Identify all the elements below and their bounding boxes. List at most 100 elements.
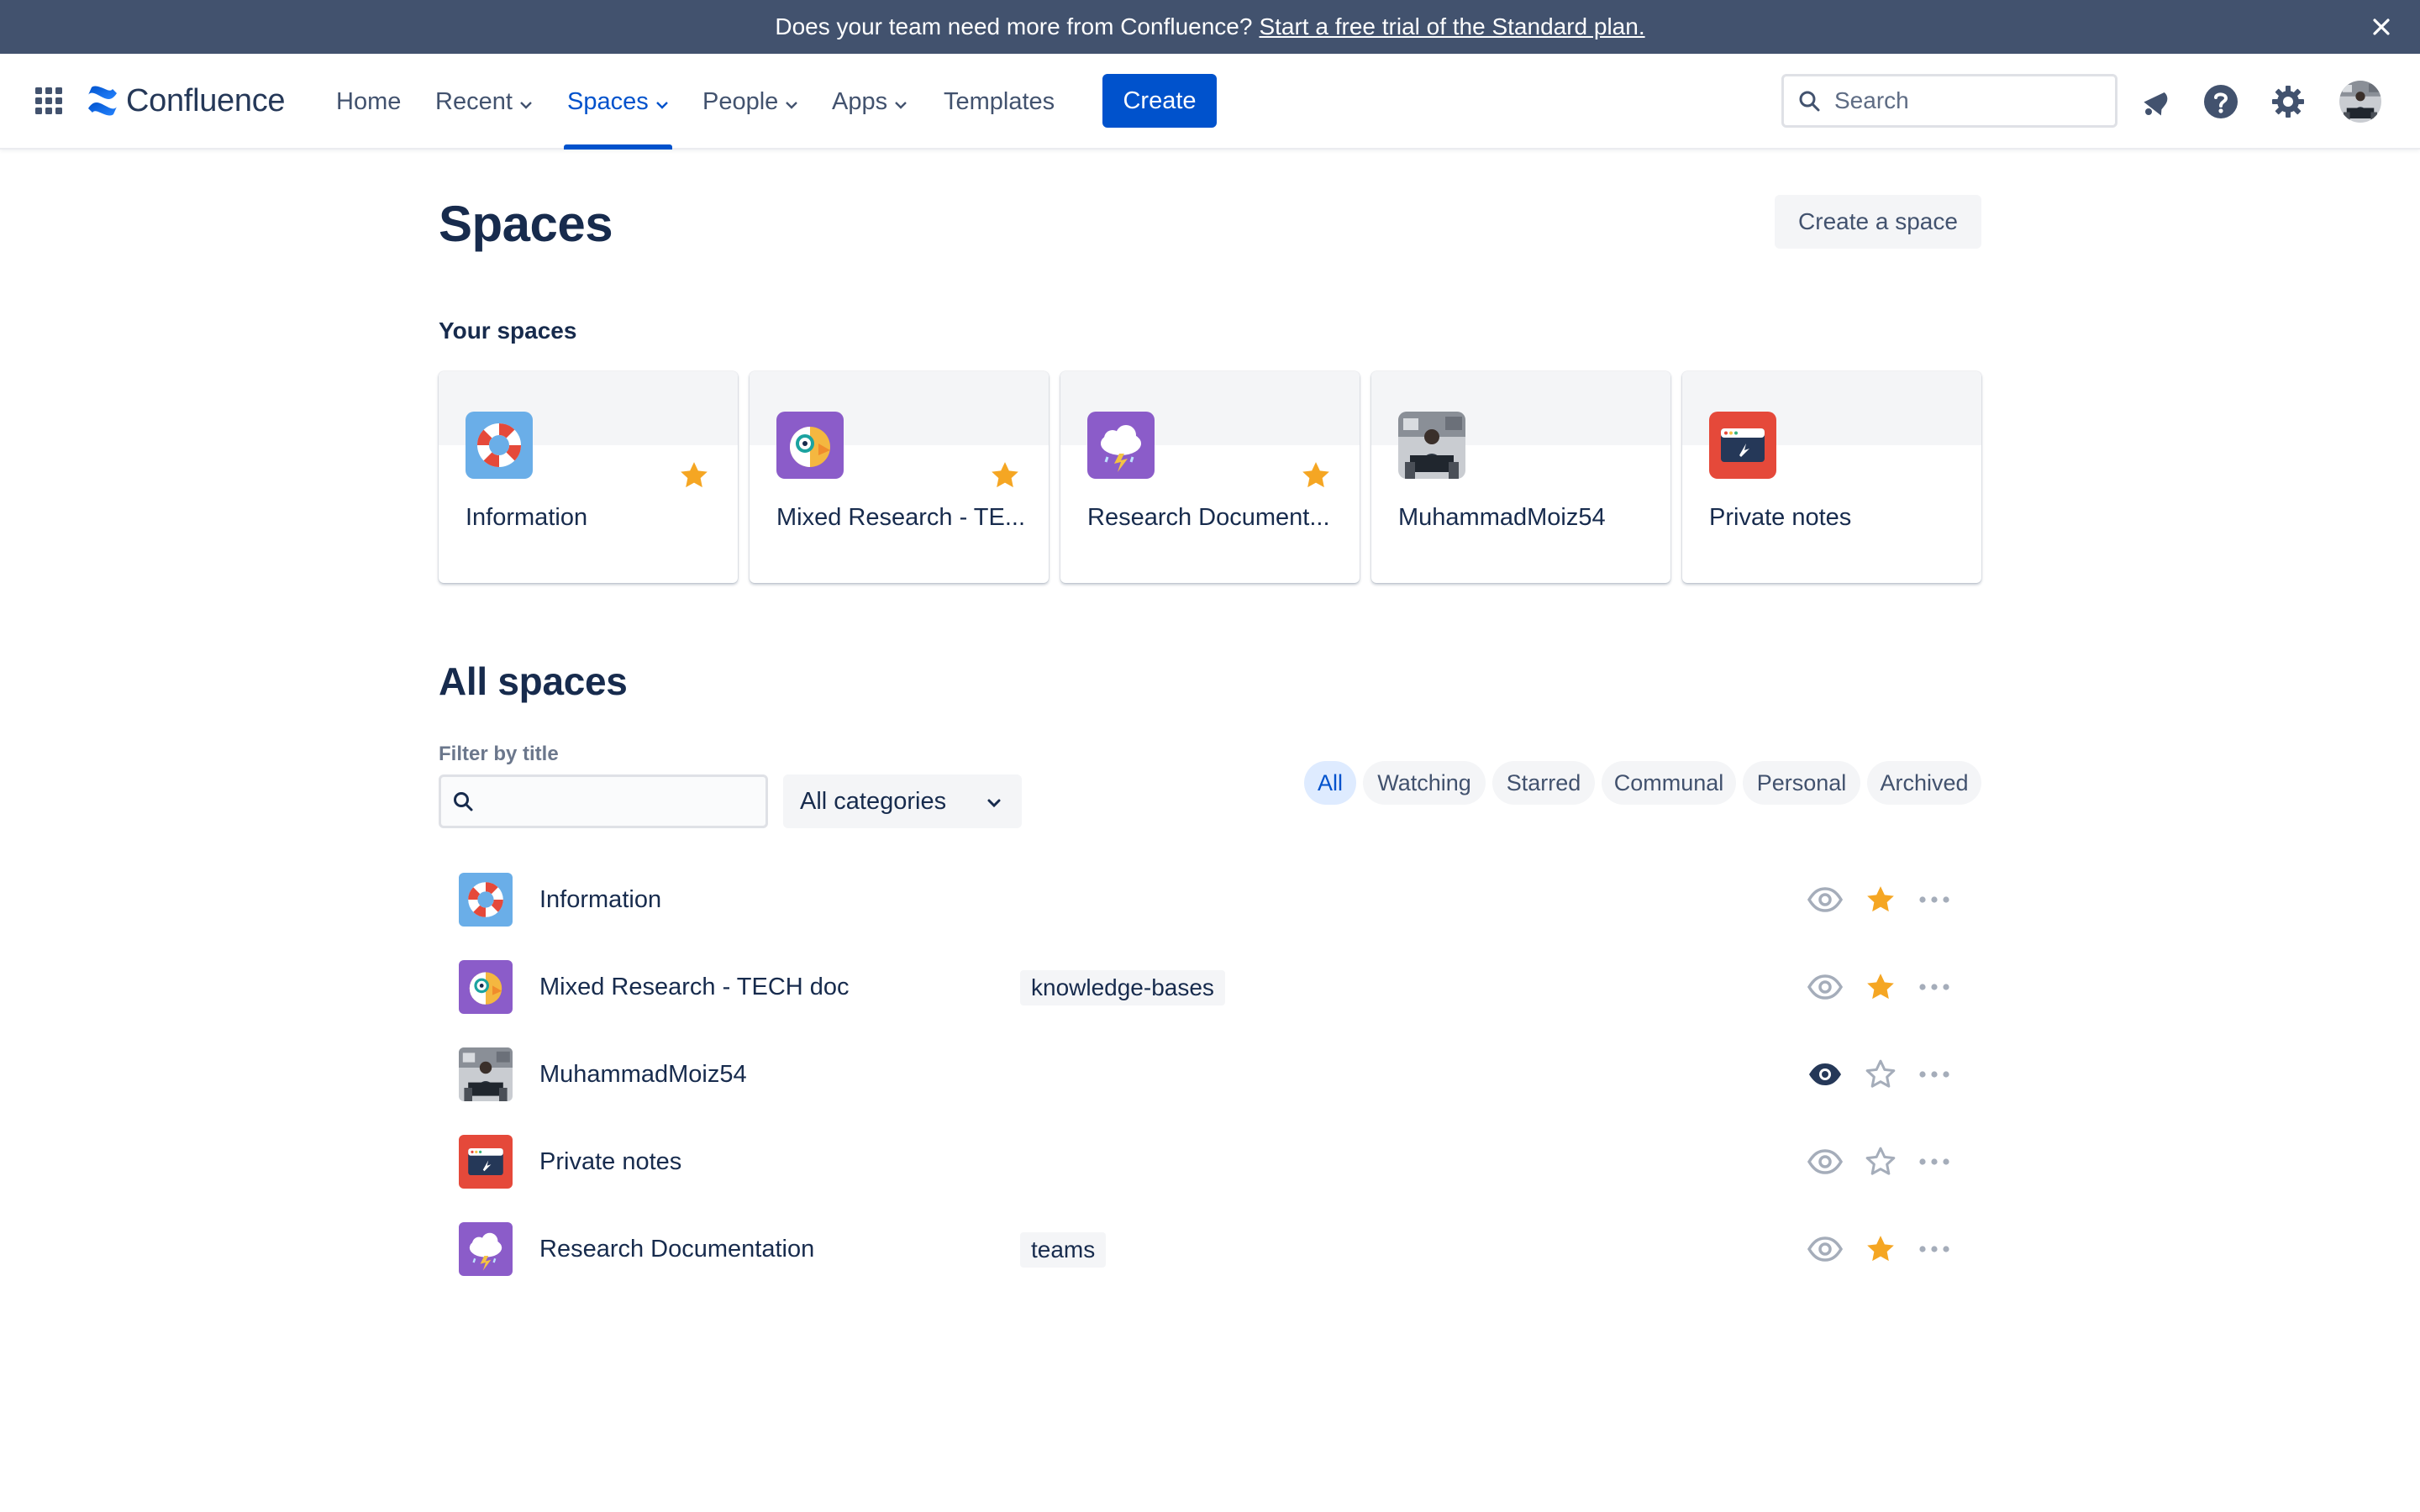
- banner-trial-link[interactable]: Start a free trial of the Standard plan.: [1259, 13, 1644, 40]
- space-card-research-documentation[interactable]: Research Document...: [1060, 371, 1360, 583]
- filter-chip-archived[interactable]: Archived: [1867, 761, 1981, 805]
- space-card-mixed-research[interactable]: Mixed Research - TE...: [750, 371, 1049, 583]
- chevron-down-icon: [985, 791, 1003, 819]
- filter-box[interactable]: [439, 774, 768, 828]
- nav-apps[interactable]: Apps: [832, 54, 908, 150]
- filter-by-title-input[interactable]: [483, 788, 752, 815]
- chevron-down-icon: [519, 88, 533, 116]
- trial-banner: Does your team need more from Confluence…: [0, 0, 2420, 54]
- chevron-down-icon: [655, 88, 669, 116]
- space-card-name: Mixed Research - TE...: [776, 504, 1026, 531]
- your-spaces-heading: Your spaces: [439, 318, 577, 344]
- space-card-name: Private notes: [1709, 504, 1852, 531]
- help-icon[interactable]: [2202, 82, 2240, 121]
- more-options-icon[interactable]: [1916, 1150, 1953, 1173]
- search-icon: [454, 792, 473, 811]
- watching-eye-icon[interactable]: [1807, 1058, 1844, 1091]
- profile-avatar[interactable]: [2339, 81, 2381, 123]
- filter-label: Filter by title: [439, 743, 559, 765]
- filter-chip-communal[interactable]: Communal: [1602, 761, 1736, 805]
- star-filled-icon[interactable]: [1299, 459, 1333, 492]
- lifebuoy-icon: [459, 873, 513, 927]
- settings-icon[interactable]: [2269, 82, 2307, 121]
- space-row-private-notes[interactable]: Private notes: [439, 1118, 1981, 1205]
- banner-message: Does your team need more from Confluence…: [775, 13, 1253, 39]
- space-row-muhammadmoiz54[interactable]: MuhammadMoiz54: [439, 1031, 1981, 1118]
- space-card-muhammadmoiz54[interactable]: MuhammadMoiz54: [1371, 371, 1670, 583]
- space-row-mixed-research[interactable]: Mixed Research - TECH doc knowledge-base…: [439, 943, 1981, 1031]
- search-input[interactable]: [1834, 87, 2103, 114]
- lifebuoy-icon: [466, 412, 533, 479]
- category-select[interactable]: All categories: [783, 774, 1022, 828]
- space-row-information[interactable]: Information: [439, 856, 1981, 943]
- search-box[interactable]: [1781, 74, 2118, 128]
- space-row-research-documentation[interactable]: Research Documentation teams: [439, 1205, 1981, 1293]
- filter-chip-all[interactable]: All: [1304, 761, 1356, 805]
- nav-templates[interactable]: Templates: [944, 54, 1055, 150]
- space-card-information[interactable]: Information: [439, 371, 738, 583]
- create-button[interactable]: Create: [1102, 74, 1217, 128]
- space-card-private-notes[interactable]: Private notes: [1682, 371, 1981, 583]
- nav-spaces[interactable]: Spaces: [564, 54, 672, 150]
- search-icon: [1799, 91, 1820, 112]
- close-icon[interactable]: [2366, 12, 2396, 42]
- nav-spaces-label: Spaces: [567, 87, 649, 115]
- parrot-icon: [776, 412, 844, 479]
- more-options-icon[interactable]: [1916, 1063, 1953, 1086]
- parrot-icon: [459, 960, 513, 1014]
- star-filled-icon[interactable]: [1864, 1232, 1897, 1266]
- nav-people[interactable]: People: [702, 54, 798, 150]
- nav-templates-label: Templates: [944, 87, 1055, 115]
- nav-home-label: Home: [336, 87, 402, 115]
- more-options-icon[interactable]: [1916, 1237, 1953, 1261]
- category-tag[interactable]: teams: [1020, 1232, 1107, 1268]
- star-outline-icon[interactable]: [1864, 1145, 1897, 1179]
- watch-eye-icon[interactable]: [1807, 1232, 1844, 1266]
- star-filled-icon[interactable]: [1864, 970, 1897, 1004]
- user-photo: [1398, 412, 1465, 479]
- page-title: Spaces: [439, 196, 613, 252]
- space-row-name[interactable]: Information: [539, 886, 661, 914]
- star-filled-icon[interactable]: [1864, 883, 1897, 916]
- star-filled-icon[interactable]: [988, 459, 1022, 492]
- category-tag[interactable]: knowledge-bases: [1020, 970, 1225, 1005]
- top-navigation: Confluence Home Recent Spaces People App…: [0, 54, 2420, 150]
- star-filled-icon[interactable]: [677, 459, 711, 492]
- browser-window-icon: [1709, 412, 1776, 479]
- filter-chip-watching[interactable]: Watching: [1363, 761, 1486, 805]
- nav-recent[interactable]: Recent: [435, 54, 533, 150]
- more-options-icon[interactable]: [1916, 975, 1953, 999]
- space-row-name[interactable]: Private notes: [539, 1148, 681, 1176]
- browser-window-icon: [459, 1135, 513, 1189]
- space-row-name[interactable]: MuhammadMoiz54: [539, 1061, 747, 1089]
- filter-chip-starred[interactable]: Starred: [1492, 761, 1595, 805]
- storm-cloud-icon: [1087, 412, 1155, 479]
- category-select-value: All categories: [800, 787, 947, 815]
- all-spaces-heading: All spaces: [439, 659, 628, 703]
- nav-recent-label: Recent: [435, 87, 513, 115]
- storm-cloud-icon: [459, 1222, 513, 1276]
- space-row-name[interactable]: Mixed Research - TECH doc: [539, 974, 850, 1001]
- nav-home[interactable]: Home: [336, 54, 401, 150]
- logo-text: Confluence: [126, 82, 286, 118]
- space-card-name: MuhammadMoiz54: [1398, 504, 1606, 531]
- space-card-name: Research Document...: [1087, 504, 1330, 531]
- confluence-logo[interactable]: Confluence: [86, 79, 286, 123]
- space-row-name[interactable]: Research Documentation: [539, 1236, 814, 1263]
- space-card-name: Information: [466, 504, 588, 531]
- app-switcher-icon[interactable]: [34, 86, 64, 116]
- create-space-button[interactable]: Create a space: [1775, 195, 1981, 249]
- watch-eye-icon[interactable]: [1807, 970, 1844, 1004]
- nav-apps-label: Apps: [832, 87, 888, 115]
- nav-people-label: People: [702, 87, 779, 115]
- more-options-icon[interactable]: [1916, 888, 1953, 911]
- user-photo: [459, 1047, 513, 1101]
- watch-eye-icon[interactable]: [1807, 883, 1844, 916]
- star-outline-icon[interactable]: [1864, 1058, 1897, 1091]
- confluence-logo-icon: [88, 86, 117, 116]
- watch-eye-icon[interactable]: [1807, 1145, 1844, 1179]
- filter-chip-personal[interactable]: Personal: [1743, 761, 1860, 805]
- chevron-down-icon: [894, 88, 908, 116]
- notification-icon[interactable]: [2136, 82, 2175, 121]
- chevron-down-icon: [785, 88, 798, 116]
